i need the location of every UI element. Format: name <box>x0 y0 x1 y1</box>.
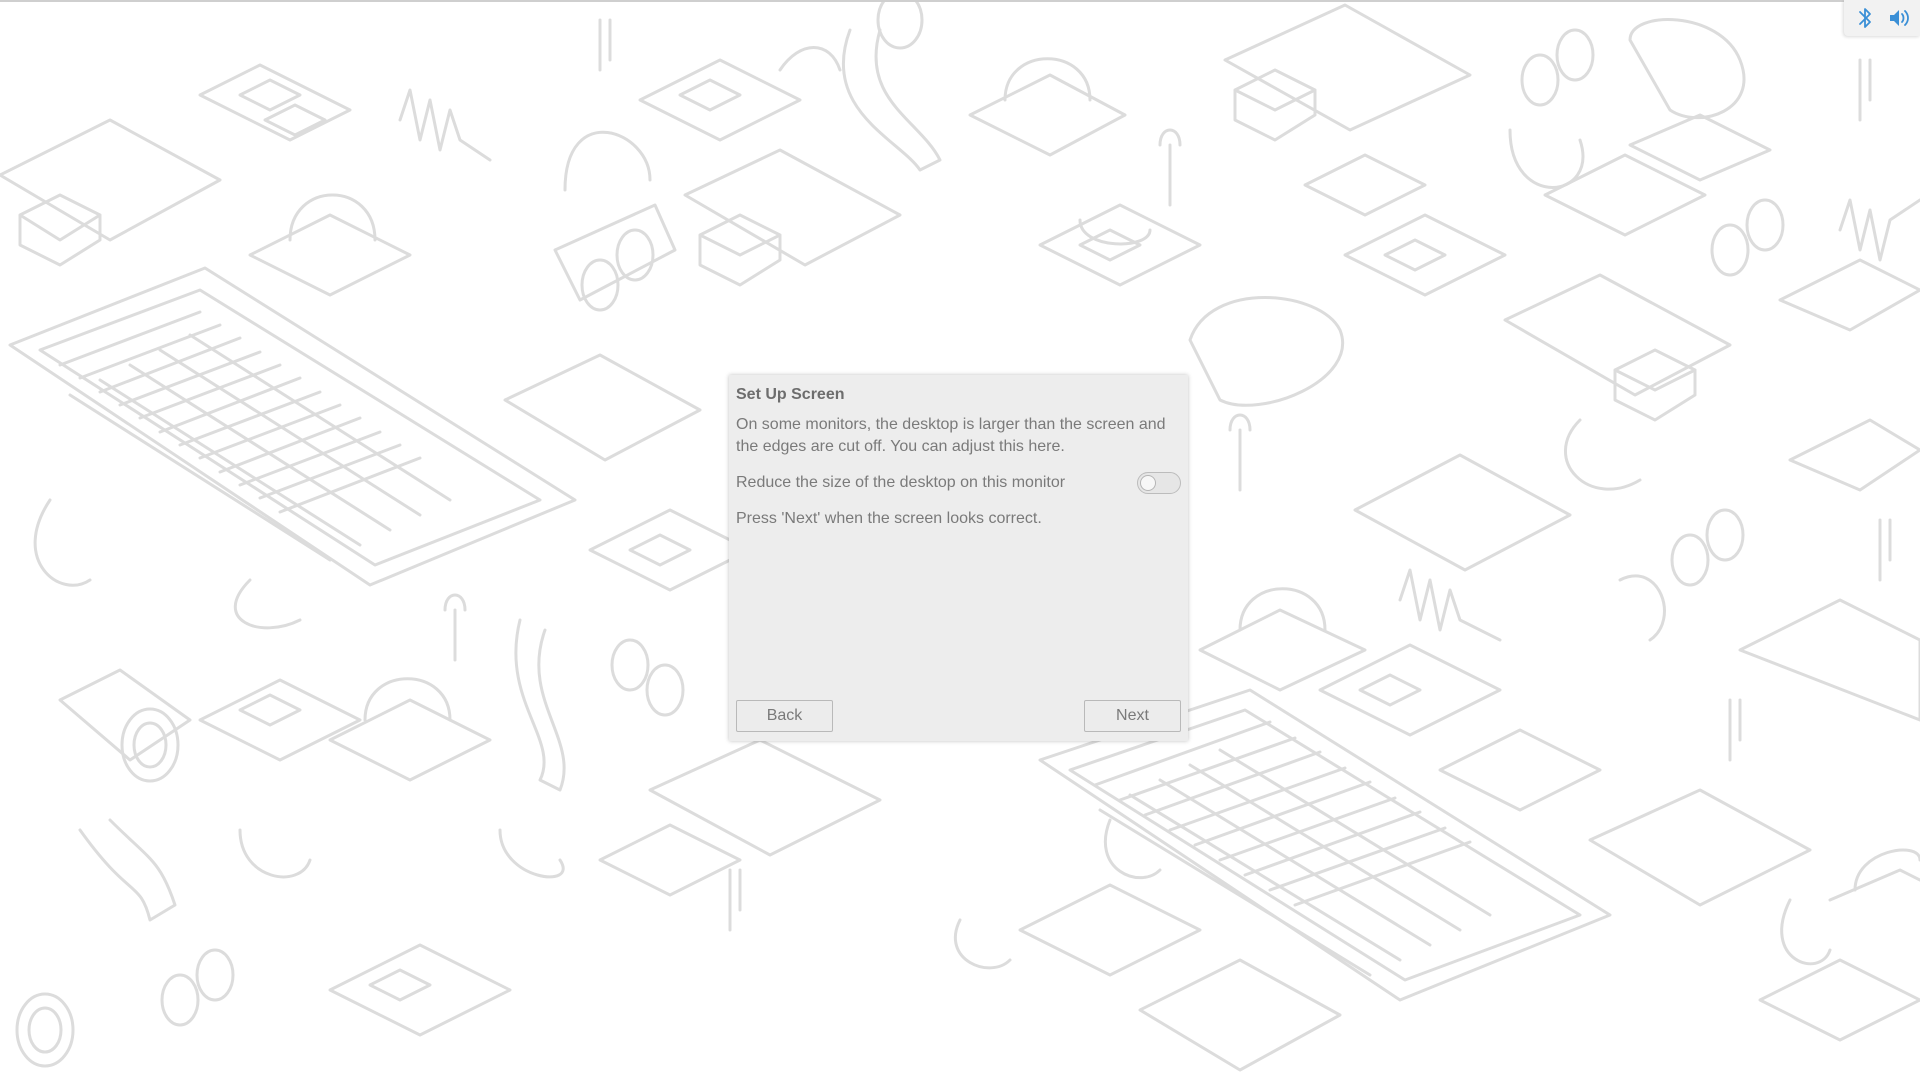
system-tray <box>1844 0 1920 36</box>
overscan-option-row: Reduce the size of the desktop on this m… <box>736 472 1181 494</box>
back-button[interactable]: Back <box>736 700 833 732</box>
bluetooth-icon[interactable] <box>1853 5 1877 31</box>
toggle-knob <box>1140 475 1156 491</box>
volume-icon[interactable] <box>1887 5 1911 31</box>
setup-screen-dialog: Set Up Screen On some monitors, the desk… <box>729 375 1188 741</box>
overscan-toggle[interactable] <box>1137 472 1181 494</box>
next-button[interactable]: Next <box>1084 700 1181 732</box>
dialog-hint: Press 'Next' when the screen looks corre… <box>736 510 1042 527</box>
top-border <box>0 0 1920 2</box>
wallpaper-keyboard-left <box>8 266 577 587</box>
overscan-option-label: Reduce the size of the desktop on this m… <box>736 474 1066 491</box>
dialog-title: Set Up Screen <box>736 386 845 403</box>
dialog-description: On some monitors, the desktop is larger … <box>736 416 1166 455</box>
